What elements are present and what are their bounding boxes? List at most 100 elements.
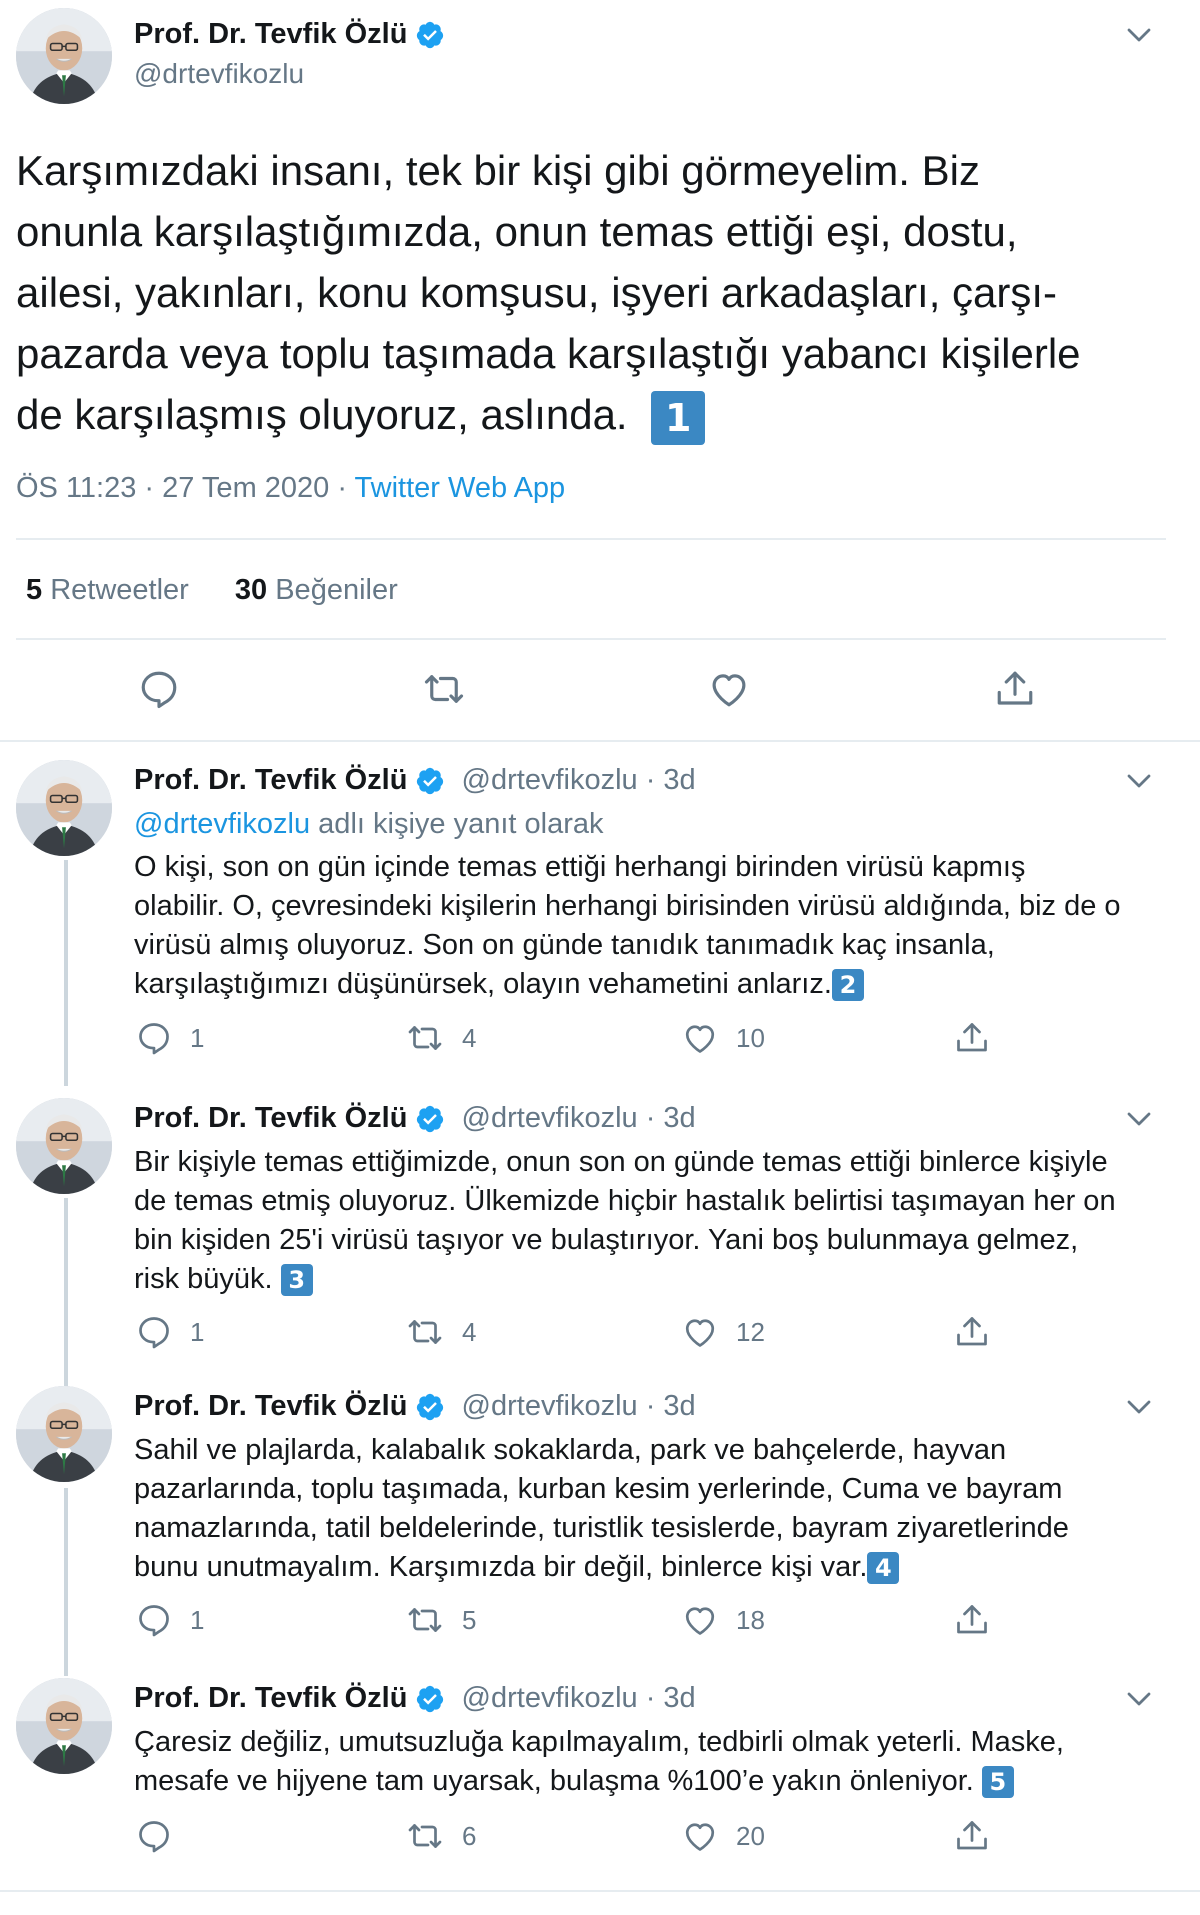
tweet-time[interactable]: · 3d (646, 1390, 696, 1422)
tweet-time[interactable]: · 3d (646, 764, 696, 796)
keycap-number-badge: 5 (981, 1766, 1014, 1799)
share-icon (954, 1818, 990, 1854)
avatar[interactable] (16, 1098, 112, 1194)
retweet-count: 4 (462, 1316, 477, 1347)
verified-badge-icon (415, 1104, 445, 1134)
author-line: Prof. Dr. Tevfik Özlü (134, 18, 445, 51)
retweet-button[interactable]: 6 (406, 1818, 476, 1854)
avatar[interactable] (16, 760, 112, 856)
tweet-text-line-end: bunu unutmayalım. Karşımızda bir değil, … (134, 1551, 868, 1583)
retweet-icon (406, 1020, 444, 1056)
tweet-text: Çaresiz değiliz, umutsuzluğa kapılmayalı… (134, 1723, 1064, 1801)
share-button[interactable] (954, 1314, 990, 1350)
heart-icon (682, 1818, 718, 1854)
reply-icon (136, 1602, 172, 1638)
like-count: 20 (736, 1820, 765, 1851)
tweet-menu-button[interactable] (1124, 20, 1154, 50)
tweet-text-line: O kişi, son on gün içinde temas ettiği h… (134, 851, 1026, 883)
thread-line (64, 860, 68, 1086)
thread-line (64, 1198, 68, 1388)
tweet-text-line: virüsü almış oluyoruz. Son on günde tanı… (134, 929, 995, 961)
tweet-text-line: risk büyük. 3 (134, 1260, 1116, 1299)
share-button[interactable] (954, 1602, 990, 1638)
author-name[interactable]: Prof. Dr. Tevfik Özlü (134, 1682, 407, 1714)
keycap-number-badge: 3 (280, 1264, 313, 1297)
reply-context: @drtevfikozlu adlı kişiye yanıt olarak (134, 805, 603, 844)
likes-stat[interactable]: 30 Beğeniler (235, 574, 398, 606)
verified-badge-icon (415, 1392, 445, 1422)
engagement-stats: 5 Retweetler 30 Beğeniler (26, 574, 398, 607)
likes-label: Beğeniler (275, 574, 398, 606)
reply-button[interactable]: 1 (136, 1602, 204, 1638)
retweet-button[interactable]: 5 (406, 1602, 476, 1638)
retweets-stat[interactable]: 5 Retweetler (26, 574, 197, 606)
avatar[interactable] (16, 1386, 112, 1482)
like-button[interactable]: 18 (682, 1602, 765, 1638)
like-button[interactable] (708, 668, 750, 710)
share-icon (954, 1020, 990, 1056)
tweet-text-line: Bir kişiyle temas ettiğimizde, onun son … (134, 1146, 1108, 1178)
tweet-time[interactable]: · 3d (646, 1102, 696, 1134)
reply-button[interactable] (136, 1818, 190, 1854)
author-handle[interactable]: @drtevfikozlu (462, 764, 638, 796)
tweet-text-line-end: risk büyük. (134, 1263, 281, 1295)
tweet-menu-button[interactable] (1124, 1684, 1154, 1714)
reply-icon (136, 1020, 172, 1056)
like-count: 10 (736, 1022, 765, 1053)
author-handle[interactable]: @drtevfikozlu (462, 1102, 638, 1134)
tweet-meta: ÖS 11:23 · 27 Tem 2020 · Twitter Web App (16, 472, 565, 505)
tweet-text: O kişi, son on gün içinde temas ettiği h… (134, 848, 1121, 1004)
retweet-button[interactable]: 4 (406, 1314, 476, 1350)
share-icon (994, 668, 1036, 710)
thread-line (64, 1488, 68, 1676)
author-handle[interactable]: @drtevfikozlu (134, 58, 304, 90)
tweet-menu-button[interactable] (1124, 1104, 1154, 1134)
author-name[interactable]: Prof. Dr. Tevfik Özlü (134, 18, 407, 50)
reply-button[interactable] (138, 668, 180, 710)
tweet-text-line: pazarda veya toplu taşımada karşılaştığı… (16, 330, 1081, 377)
retweet-icon (406, 1602, 444, 1638)
tweet-text-line: mesafe ve hijyene tam uyarsak, bulaşma %… (134, 1762, 1064, 1801)
author-line: Prof. Dr. Tevfik Özlü @drtevfikozlu · 3d (134, 764, 696, 797)
divider (16, 638, 1166, 640)
retweet-icon (422, 668, 466, 710)
tweet-menu-button[interactable] (1124, 766, 1154, 796)
tweet-text-line: bin kişiden 25'i virüsü taşıyor ve bulaş… (134, 1224, 1079, 1256)
retweet-icon (406, 1314, 444, 1350)
tweet-timestamp[interactable]: ÖS 11:23 · 27 Tem 2020 · (16, 472, 355, 504)
author-name[interactable]: Prof. Dr. Tevfik Özlü (134, 1102, 407, 1134)
verified-badge-icon (415, 20, 445, 50)
share-button[interactable] (994, 668, 1036, 710)
tweet-text-line: bunu unutmayalım. Karşımızda bir değil, … (134, 1548, 1069, 1587)
tweet-text: Bir kişiyle temas ettiğimizde, onun son … (134, 1143, 1116, 1299)
tweet-time[interactable]: · 3d (646, 1682, 696, 1714)
share-button[interactable] (954, 1818, 990, 1854)
reply-count: 1 (190, 1604, 205, 1635)
author-name[interactable]: Prof. Dr. Tevfik Özlü (134, 764, 407, 796)
reply-count: 1 (190, 1316, 205, 1347)
tweet-text-line: ailesi, yakınları, konu komşusu, işyeri … (16, 269, 1058, 316)
avatar[interactable] (16, 1678, 112, 1774)
author-name[interactable]: Prof. Dr. Tevfik Özlü (134, 1390, 407, 1422)
avatar[interactable] (16, 8, 112, 104)
like-button[interactable]: 10 (682, 1020, 765, 1056)
tweet-source-link[interactable]: Twitter Web App (355, 472, 566, 504)
author-handle[interactable]: @drtevfikozlu (462, 1390, 638, 1422)
share-button[interactable] (954, 1020, 990, 1056)
reply-to-handle[interactable]: @drtevfikozlu (134, 808, 310, 840)
tweet-text-line: onunla karşılaştığımızda, onun temas ett… (16, 208, 1018, 255)
reply-button[interactable]: 1 (136, 1314, 204, 1350)
reply-button[interactable]: 1 (136, 1020, 204, 1056)
like-button[interactable]: 20 (682, 1818, 765, 1854)
retweet-count: 4 (462, 1022, 477, 1053)
tweet-text-line: Sahil ve plajlarda, kalabalık sokaklarda… (134, 1434, 1007, 1466)
author-handle[interactable]: @drtevfikozlu (462, 1682, 638, 1714)
heart-icon (682, 1020, 718, 1056)
reply-to-label: adlı kişiye yanıt olarak (310, 808, 604, 840)
like-button[interactable]: 12 (682, 1314, 765, 1350)
retweet-button[interactable] (422, 668, 466, 710)
tweet-menu-button[interactable] (1124, 1392, 1154, 1422)
retweet-button[interactable]: 4 (406, 1020, 476, 1056)
keycap-number-badge: 4 (867, 1552, 900, 1585)
retweet-icon (406, 1818, 444, 1854)
